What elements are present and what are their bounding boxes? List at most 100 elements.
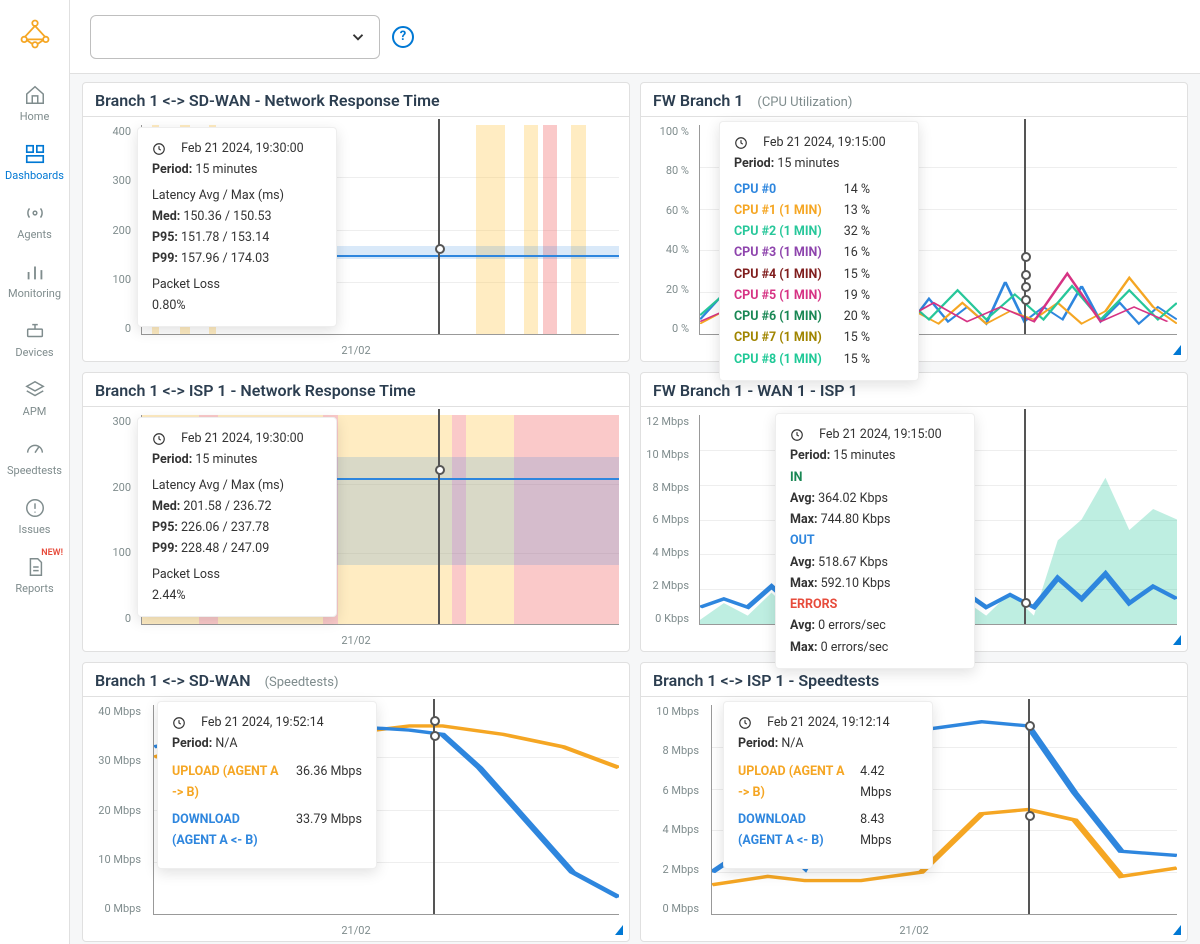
nav-label: Issues [19,523,51,536]
radio-icon [24,202,46,224]
nav-issues[interactable]: Issues [0,487,69,546]
tooltip-time: Feb 21 2024, 19:52:14 [201,712,324,733]
help-button[interactable]: ? [392,26,414,48]
y-axis: 3002001000 [83,415,137,625]
traffic-stat: Avg: 364.02 Kbps [790,488,960,509]
traffic-stat: Max: 592.10 Kbps [790,573,960,594]
cpu-series-label: CPU #0 [734,179,822,200]
cpu-series-label: CPU #1 (1 MIN) [734,200,822,221]
y-axis: 4003002001000 [83,125,137,335]
speed-series-label: DOWNLOAD (AGENT A <- B) [172,809,282,852]
chart-area[interactable]: 40 Mbps30 Mbps20 Mbps10 Mbps0 Mbps 21/02… [83,697,629,941]
x-label: 21/02 [641,924,1187,937]
topbar: ? [70,0,1200,74]
nav-apm[interactable]: APM [0,369,69,428]
tooltip-time: Feb 21 2024, 19:12:14 [767,712,890,733]
panel-title: FW Branch 1 [653,91,743,110]
panel-speed-sdwan: Branch 1 <-> SD-WAN (Speedtests) 40 Mbps… [82,662,630,942]
device-icon [24,320,46,342]
dashboard-grid: Branch 1 <-> SD-WAN - Network Response T… [70,74,1200,944]
chart-area[interactable]: 10 Mbps8 Mbps6 Mbps4 Mbps2 Mbps0 Mbps 21… [641,697,1187,941]
panel-cpu: FW Branch 1 (CPU Utilization) 100 %80 %6… [640,82,1188,362]
nav-speedtests[interactable]: Speedtests [0,428,69,487]
app-logo [15,14,55,54]
chart-area[interactable]: 3002001000 21/02 Feb 21 2024, 19:30:00 P… [83,407,629,651]
chart-tooltip: Feb 21 2024, 19:15:00 Period: 15 minutes… [775,413,975,669]
nav-label: APM [23,405,47,418]
gauge-icon [24,438,46,460]
expand-toggle[interactable] [615,925,623,935]
chart-tooltip: Feb 21 2024, 19:30:00 Period: 15 minutes… [137,127,337,327]
speed-series-value: 36.36 Mbps [296,761,362,804]
traffic-group-header: ERRORS [790,594,960,615]
expand-toggle[interactable] [1173,345,1181,355]
layers-icon [24,379,46,401]
pl-value: 0.80% [152,295,322,316]
y-axis: 100 %80 %60 %40 %20 %0 % [641,125,695,335]
y-axis: 10 Mbps8 Mbps6 Mbps4 Mbps2 Mbps0 Mbps [641,705,705,915]
chart-area[interactable]: 4003002001000 21/02 Feb 21 2024, 19:30:0… [83,117,629,361]
doc-icon [24,556,46,578]
cpu-series-value: 32 % [844,221,890,242]
cpu-series-label: CPU #2 (1 MIN) [734,221,822,242]
dashboard-selector[interactable] [90,15,380,59]
nav-devices[interactable]: Devices [0,310,69,369]
panel-subtitle: (CPU Utilization) [757,95,852,110]
alert-icon [24,497,46,519]
nav-agents[interactable]: Agents [0,192,69,251]
new-badge: NEW! [41,548,63,558]
nav-label: Reports [15,582,53,595]
cpu-series-value: 20 % [844,306,890,327]
chart-tooltip: Feb 21 2024, 19:30:00 Period: 15 minutes… [137,417,337,617]
traffic-stat: Max: 0 errors/sec [790,637,960,658]
panel-nrt-sdwan: Branch 1 <-> SD-WAN - Network Response T… [82,82,630,362]
y-axis: 12 Mbps10 Mbps8 Mbps6 Mbps4 Mbps2 Mbps0 … [641,415,695,625]
traffic-stat: Max: 744.80 Kbps [790,509,960,530]
clock-icon [172,716,186,730]
cpu-series-value: 14 % [844,179,890,200]
x-label: 21/02 [83,634,629,647]
panel-title: Branch 1 <-> ISP 1 - Network Response Ti… [95,381,416,400]
cpu-series-value: 15 % [844,264,890,285]
x-label: 21/02 [83,924,629,937]
nav-label: Monitoring [8,287,61,300]
speed-series-value: 33.79 Mbps [296,809,362,852]
speed-series-row: UPLOAD (AGENT A -> B)36.36 Mbps [172,761,362,804]
nav-monitoring[interactable]: Monitoring [0,251,69,310]
nav-label: Home [20,110,50,123]
cpu-series-label: CPU #4 (1 MIN) [734,264,822,285]
tooltip-time: Feb 21 2024, 19:30:00 [181,138,304,159]
chart-area[interactable]: 12 Mbps10 Mbps8 Mbps6 Mbps4 Mbps2 Mbps0 … [641,407,1187,651]
tooltip-time: Feb 21 2024, 19:15:00 [819,424,942,445]
traffic-group-header: IN [790,467,960,488]
cpu-series-value: 16 % [844,242,890,263]
latency-header: Latency Avg / Max (ms) [152,185,322,206]
nav-label: Dashboards [5,169,64,182]
nav-home[interactable]: Home [0,74,69,133]
speed-series-row: DOWNLOAD (AGENT A <- B) 33.79 Mbps [172,809,362,852]
chart-area[interactable]: 100 %80 %60 %40 %20 %0 % Feb 21 2024, 19… [641,117,1187,361]
speed-series-row: UPLOAD (AGENT A -> B)4.42 Mbps [738,761,918,804]
traffic-stat: Avg: 0 errors/sec [790,615,960,636]
expand-toggle[interactable] [1173,925,1181,935]
nav-label: Devices [15,346,53,359]
cpu-series-label: CPU #6 (1 MIN) [734,306,822,327]
x-label: 21/02 [83,344,629,357]
help-glyph: ? [400,29,406,44]
panel-subtitle: (Speedtests) [265,675,339,690]
chart-tooltip: Feb 21 2024, 19:15:00 Period: 15 minutes… [719,121,919,381]
cpu-series-label: CPU #5 (1 MIN) [734,285,822,306]
speed-series-label: UPLOAD (AGENT A -> B) [738,761,846,804]
clock-icon [152,142,166,156]
cpu-series-value: 15 % [844,327,890,348]
panel-wan-traffic: FW Branch 1 - WAN 1 - ISP 1 12 Mbps10 Mb… [640,372,1188,652]
nav-reports[interactable]: NEW! Reports [0,546,69,605]
nav-dashboards[interactable]: Dashboards [0,133,69,192]
period-label: Period: [152,162,192,177]
chevron-down-icon [349,28,367,46]
home-icon [24,84,46,106]
grid-icon [24,143,46,165]
nav-label: Speedtests [7,464,62,477]
cpu-series-label: CPU #7 (1 MIN) [734,327,822,348]
expand-toggle[interactable] [1173,635,1181,645]
